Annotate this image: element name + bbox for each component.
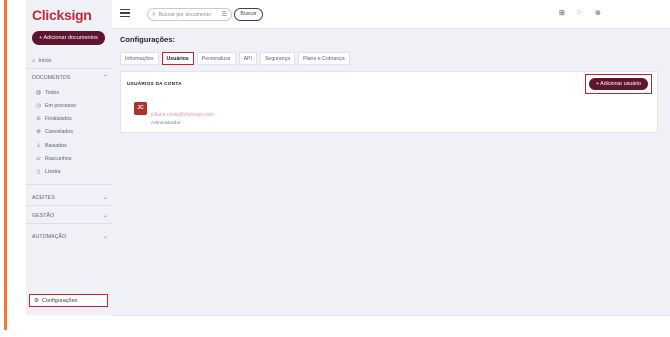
check-circle-icon: ⊘ (36, 116, 41, 122)
accent-bar (4, 0, 7, 330)
sidebar-item-label: Rascunhos (45, 156, 72, 162)
sidebar-item-label: Início (38, 58, 52, 64)
sidebar-section-gestao[interactable]: GESTÃO ⌄ (32, 212, 108, 220)
section-label: ACEITES (32, 194, 55, 201)
sidebar-item-label: Baixados (45, 142, 67, 149)
menu-icon[interactable] (120, 9, 130, 17)
sidebar-item-label: Finalizados (45, 116, 72, 122)
avatar: JC (134, 102, 147, 115)
sidebar: Clicksign + Adicionar documentos ⌂ Iníci… (26, 0, 112, 315)
divider (26, 184, 112, 185)
app-window: Clicksign + Adicionar documentos ⌂ Iníci… (0, 0, 670, 337)
search-button[interactable]: Buscar (234, 8, 263, 21)
sidebar-section-aceites[interactable]: ACEITES ⌄ (32, 194, 108, 202)
tab-personalizar[interactable]: Personalizar (196, 52, 236, 65)
user-role: Administrador (151, 121, 181, 126)
clock-icon: ◷ (36, 103, 41, 109)
divider (26, 205, 112, 206)
download-icon: ⤓ (37, 142, 40, 148)
sidebar-item-lixeira[interactable]: ▯ Lixeira (35, 169, 61, 175)
panel-title: USUÁRIOS DA CONTA (127, 82, 182, 87)
section-label: GESTÃO (32, 212, 55, 219)
users-panel: USUÁRIOS DA CONTA + Adicionar usuário JC… (120, 71, 658, 133)
section-label: DOCUMENTOS (32, 74, 71, 81)
search-placeholder: Buscar por documento (158, 11, 212, 18)
settings-tabs: Informações Usuários Personalizar API Se… (120, 52, 350, 65)
search-input[interactable]: ⚲ Buscar por documento ☰ (147, 8, 232, 21)
sidebar-item-label: Configurações (41, 297, 78, 304)
gear-icon: ⚙ (34, 297, 39, 304)
sidebar-item-label: Lixeira (45, 169, 61, 175)
sidebar-item-baixados[interactable]: ⤓ Baixados (35, 142, 67, 149)
sidebar-item-label: Cancelados (45, 129, 73, 135)
tab-informacoes[interactable]: Informações (120, 52, 159, 65)
chevron-down-icon: ⌄ (102, 195, 108, 201)
trash-icon: ▯ (36, 169, 41, 175)
cancel-circle-icon: ⊗ (36, 129, 41, 135)
filter-icon[interactable]: ☰ (222, 11, 227, 18)
add-documents-button[interactable]: + Adicionar documentos (32, 31, 105, 45)
sidebar-item-finalizados[interactable]: ⊘ Finalizados (35, 116, 72, 122)
gift-icon[interactable]: ⊞ (559, 9, 565, 17)
chat-icon[interactable]: ◌ (577, 9, 581, 16)
draft-icon: ▱ (36, 156, 41, 162)
sidebar-item-settings[interactable]: ⚙ Configurações (29, 294, 108, 307)
tab-seguranca[interactable]: Segurança (259, 52, 296, 65)
sidebar-item-rascunhos[interactable]: ▱ Rascunhos (35, 156, 72, 162)
spiral-icon: @ (35, 90, 42, 96)
home-icon: ⌂ (32, 58, 36, 64)
tab-usuarios[interactable]: Usuários (161, 52, 194, 65)
top-bar: ⚲ Buscar por documento ☰ Buscar ⊞ ◌ ⊚ (112, 0, 670, 29)
sidebar-section-documents[interactable]: DOCUMENTOS ⌃ (32, 74, 108, 82)
user-profile-icon[interactable]: ⊚ (595, 9, 601, 17)
search-icon: ⚲ (152, 11, 156, 18)
sidebar-item-label: Todos (45, 90, 60, 96)
divider (112, 315, 670, 316)
tab-api[interactable]: API (238, 52, 257, 65)
sidebar-item-todos[interactable]: @ Todos (35, 90, 59, 96)
main-content: Configurações: Informações Usuários Pers… (112, 29, 670, 315)
clicksign-logo[interactable]: Clicksign (32, 7, 92, 23)
divider (26, 68, 112, 69)
tab-plano-cobranca[interactable]: Plano e Cobrança (298, 52, 350, 65)
add-user-highlight: + Adicionar usuário (585, 74, 652, 94)
chevron-down-icon: ⌄ (102, 213, 108, 219)
sidebar-item-label: Em processo (45, 103, 76, 109)
sidebar-section-automacao[interactable]: AUTOMAÇÃO ⌄ (32, 233, 108, 241)
chevron-up-icon: ⌃ (102, 75, 108, 81)
section-label: AUTOMAÇÃO (32, 233, 67, 240)
sidebar-item-cancelados[interactable]: ⊗ Cancelados (35, 129, 73, 135)
chevron-down-icon: ⌄ (102, 234, 108, 240)
page-title: Configurações: (120, 35, 176, 44)
divider (26, 223, 112, 224)
sidebar-item-home[interactable]: ⌂ Início (32, 58, 51, 64)
add-user-button[interactable]: + Adicionar usuário (589, 78, 648, 90)
sidebar-item-em-processo[interactable]: ◷ Em processo (35, 103, 76, 109)
user-email[interactable]: juliana.costa@clicksign.com (151, 112, 214, 118)
